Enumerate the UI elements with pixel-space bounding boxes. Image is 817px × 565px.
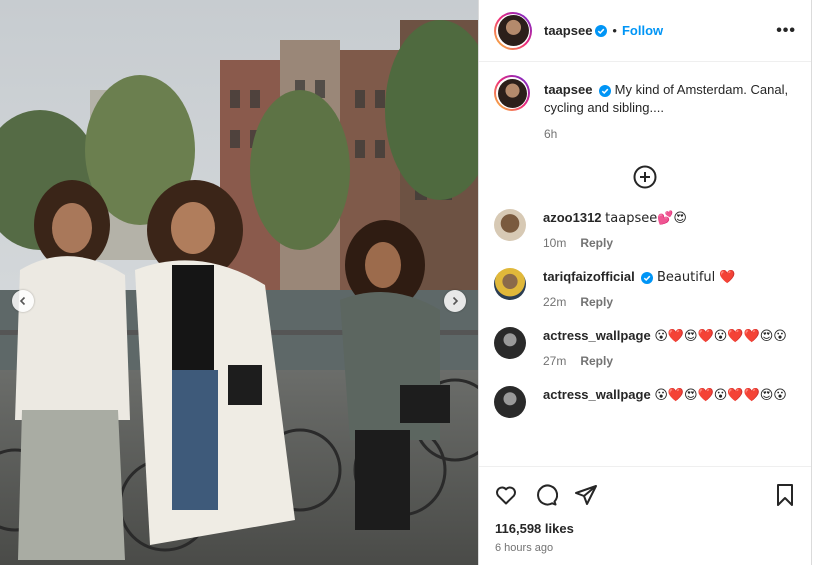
next-photo-button[interactable] (444, 290, 466, 312)
post-side-panel: taapsee • Follow ••• taapsee My kind of … (478, 0, 812, 565)
comment-text: 😮❤️😍❤️😮❤️❤️😍😮 (654, 388, 787, 403)
commenter-username[interactable]: actress_wallpage (543, 328, 651, 343)
post-photo[interactable] (0, 0, 478, 565)
post-header: taapsee • Follow ••• (479, 0, 811, 62)
commenter-username[interactable]: actress_wallpage (543, 387, 651, 402)
add-circle-icon (633, 165, 657, 189)
heart-icon[interactable] (494, 483, 518, 507)
follow-button[interactable]: Follow (622, 23, 663, 38)
comment-item: tariqfaizofficial Beautiful ❤️ 22m Reply (479, 268, 811, 311)
comment-item: azoo1312 taapsee💕😍 10m Reply (479, 209, 811, 252)
comment-text: Beautiful ❤️ (657, 270, 736, 285)
comments-list[interactable]: taapsee My kind of Amsterdam. Canal, cyc… (479, 63, 811, 466)
comment-item: actress_wallpage 😮❤️😍❤️😮❤️❤️😍😮 (479, 386, 811, 418)
chevron-right-icon (452, 296, 459, 306)
comment-time: 27m (543, 354, 567, 368)
caption-author-avatar[interactable] (494, 75, 530, 111)
post-timestamp[interactable]: 6 hours ago (479, 536, 811, 554)
commenter-username[interactable]: tariqfaizofficial (543, 269, 635, 284)
more-options-icon[interactable]: ••• (776, 22, 796, 40)
chevron-left-icon (19, 296, 26, 306)
likes-count[interactable]: 116,598 likes (479, 509, 811, 536)
comment-item: actress_wallpage 😮❤️😍❤️😮❤️❤️😍😮 27m Reply (479, 327, 811, 370)
share-icon[interactable] (574, 483, 598, 507)
comment-text: 😮❤️😍❤️😮❤️❤️😍😮 (654, 329, 787, 344)
post-image (0, 0, 478, 565)
post-actions: 116,598 likes 6 hours ago (479, 466, 811, 554)
verified-badge-icon (599, 84, 612, 97)
caption-author[interactable]: taapsee (544, 82, 592, 97)
verified-badge-icon (641, 271, 654, 284)
commenter-avatar[interactable] (494, 327, 526, 359)
caption-time: 6h (544, 127, 558, 141)
commenter-avatar[interactable] (494, 268, 526, 300)
verified-badge-icon (595, 24, 608, 37)
author-username[interactable]: taapsee (544, 23, 592, 38)
comment-text: taapsee💕😍 (605, 211, 687, 226)
commenter-username[interactable]: azoo1312 (543, 210, 602, 225)
separator-dot: • (612, 23, 617, 38)
comment-icon[interactable] (534, 483, 558, 507)
reply-button[interactable]: Reply (580, 236, 613, 250)
commenter-avatar[interactable] (494, 386, 526, 418)
bookmark-icon[interactable] (774, 483, 796, 507)
reply-button[interactable]: Reply (580, 295, 613, 309)
instagram-post-modal: taapsee • Follow ••• taapsee My kind of … (0, 0, 817, 565)
commenter-avatar[interactable] (494, 209, 526, 241)
reply-button[interactable]: Reply (580, 354, 613, 368)
author-avatar[interactable] (494, 11, 532, 50)
previous-photo-button[interactable] (12, 290, 34, 312)
caption: taapsee My kind of Amsterdam. Canal, cyc… (479, 75, 811, 143)
comment-time: 10m (543, 236, 567, 250)
load-more-comments-button[interactable] (479, 165, 811, 189)
comment-time: 22m (543, 295, 567, 309)
